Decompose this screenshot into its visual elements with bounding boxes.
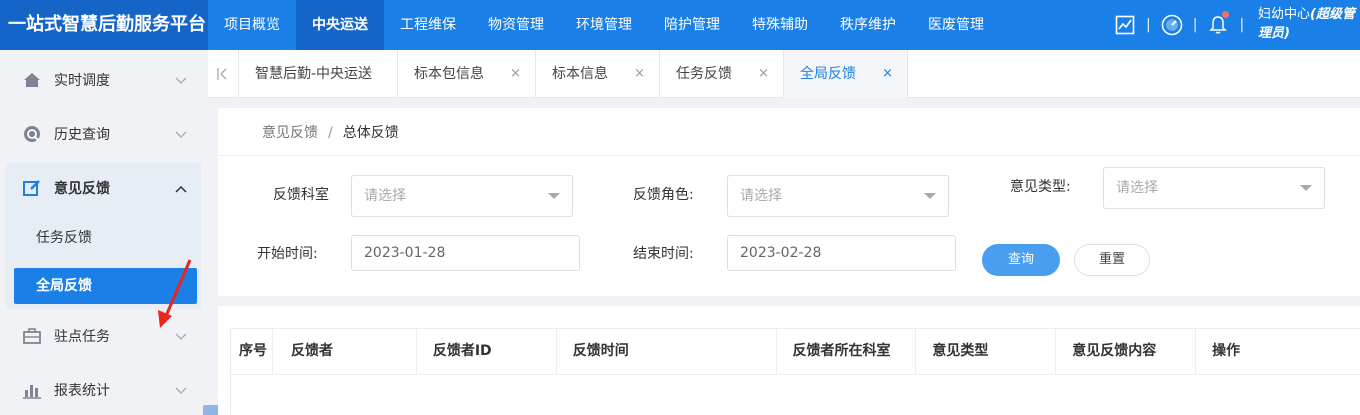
separator: | <box>1192 17 1198 33</box>
column-header-department: 反馈者所在科室 <box>777 329 917 374</box>
collapse-left-icon[interactable] <box>216 66 228 85</box>
role-select[interactable]: 请选择 <box>727 175 949 217</box>
nav-item-escort[interactable]: 陪护管理 <box>648 0 736 50</box>
reset-button[interactable]: 重置 <box>1074 244 1150 276</box>
query-button[interactable]: 查询 <box>982 244 1060 276</box>
type-placeholder: 请选择 <box>1116 180 1158 196</box>
column-header-content: 意见反馈内容 <box>1056 329 1197 374</box>
breadcrumb-separator: / <box>328 125 333 141</box>
tab-label: 标本信息 <box>552 66 608 82</box>
column-header-submitter-id: 反馈者ID <box>417 329 557 374</box>
separator: | <box>1239 17 1245 33</box>
user-role: (超级管 <box>1310 7 1355 22</box>
chevron-down-icon <box>175 127 187 143</box>
column-header-feedback-time: 反馈时间 <box>557 329 777 374</box>
dashboard-gauge-icon[interactable] <box>1161 14 1183 36</box>
tab-label: 智慧后勤-中央运送 <box>255 66 373 82</box>
scrollbar-handle[interactable] <box>203 405 219 415</box>
role-label: 反馈角色: <box>633 187 694 203</box>
start-date-input[interactable]: 2023-01-28 <box>351 235 580 271</box>
caret-down-icon <box>548 193 560 199</box>
type-label: 意见类型: <box>1010 179 1071 195</box>
user-name: 妇幼中心 <box>1258 7 1311 22</box>
breadcrumb: 意见反馈 / 总体反馈 <box>262 122 399 142</box>
notification-dot <box>1222 11 1229 18</box>
end-date-value: 2023-02-28 <box>740 245 822 261</box>
bar-chart-icon <box>22 380 42 400</box>
tab-home[interactable]: 智慧后勤-中央运送 <box>238 50 398 98</box>
briefcase-icon <box>22 326 42 346</box>
tab-label: 标本包信息 <box>414 66 484 82</box>
chevron-down-icon <box>175 329 187 345</box>
nav-item-central-transport[interactable]: 中央运送 <box>296 0 384 50</box>
sidebar-item-reports[interactable]: 报表统计 <box>6 364 201 415</box>
start-date-value: 2023-01-28 <box>364 245 446 261</box>
close-icon[interactable]: × <box>634 50 645 98</box>
nav-item-overview[interactable]: 项目概览 <box>208 0 296 50</box>
nav-item-materials[interactable]: 物资管理 <box>472 0 560 50</box>
user-menu[interactable]: 妇幼中心(超级管 理员) <box>1258 5 1360 43</box>
tab-task-feedback[interactable]: 任务反馈 × <box>660 50 784 98</box>
dept-select[interactable]: 请选择 <box>351 175 573 217</box>
sidebar-item-label: 报表统计 <box>54 383 110 399</box>
edit-icon <box>22 178 42 198</box>
caret-down-icon <box>1300 185 1312 191</box>
chevron-down-icon <box>175 383 187 399</box>
nav-item-environment[interactable]: 环境管理 <box>560 0 648 50</box>
nav-item-order[interactable]: 秩序维护 <box>824 0 912 50</box>
sidebar-item-label: 历史查询 <box>54 127 110 143</box>
sidebar-item-label: 意见反馈 <box>54 181 110 197</box>
close-icon[interactable]: × <box>758 50 769 98</box>
filter-panel: 意见反馈 / 总体反馈 反馈科室 请选择 反馈角色: 请选择 意见类型: 请选择 开… <box>218 108 1360 296</box>
table-body <box>230 375 1360 415</box>
sidebar-subitem-task-feedback[interactable]: 任务反馈 <box>14 220 197 256</box>
sidebar-item-history[interactable]: 历史查询 <box>6 108 201 160</box>
sidebar-item-station-task[interactable]: 驻点任务 <box>6 310 201 362</box>
top-bar: 一站式智慧后勤服务平台 项目概览 中央运送 工程维保 物资管理 环境管理 陪护管… <box>0 0 1360 50</box>
chevron-down-icon <box>175 73 187 89</box>
tabs-bar: 智慧后勤-中央运送 标本包信息 × 标本信息 × 任务反馈 × 全局反馈 × <box>208 50 1360 98</box>
dept-placeholder: 请选择 <box>364 188 406 204</box>
role-placeholder: 请选择 <box>740 188 782 204</box>
sidebar-item-feedback[interactable]: 意见反馈 <box>6 162 201 214</box>
column-header-opinion-type: 意见类型 <box>916 329 1057 374</box>
close-icon[interactable]: × <box>510 50 521 98</box>
column-header-index: 序号 <box>231 329 273 374</box>
sidebar-item-label: 实时调度 <box>54 73 110 89</box>
column-header-actions: 操作 <box>1212 343 1241 359</box>
top-right-tools: | | | <box>1114 0 1254 50</box>
table-panel: 序号 反馈者 反馈者ID 反馈时间 反馈者所在科室 意见类型 意见反馈内容 操作 <box>218 306 1360 415</box>
top-nav: 项目概览 中央运送 工程维保 物资管理 环境管理 陪护管理 特殊辅助 秩序维护 … <box>208 0 1000 50</box>
separator: | <box>1146 17 1151 33</box>
user-role-cont: 理员) <box>1258 26 1290 41</box>
brand-title: 一站式智慧后勤服务平台 <box>0 0 208 50</box>
end-date-input[interactable]: 2023-02-28 <box>727 235 956 271</box>
sidebar-item-label: 驻点任务 <box>54 329 110 345</box>
tab-label: 全局反馈 <box>800 66 856 82</box>
sidebar-item-realtime-dispatch[interactable]: 实时调度 <box>6 54 201 106</box>
history-icon <box>22 124 42 144</box>
tab-global-feedback[interactable]: 全局反馈 × <box>784 50 908 98</box>
breadcrumb-parent[interactable]: 意见反馈 <box>262 125 318 141</box>
nav-item-special-assist[interactable]: 特殊辅助 <box>736 0 824 50</box>
tab-specimen-package[interactable]: 标本包信息 × <box>398 50 536 98</box>
breadcrumb-current: 总体反馈 <box>342 125 399 141</box>
chevron-up-icon <box>175 181 187 197</box>
end-time-label: 结束时间: <box>633 246 694 262</box>
dept-label: 反馈科室 <box>273 187 329 203</box>
nav-item-engineering[interactable]: 工程维保 <box>384 0 472 50</box>
tab-label: 任务反馈 <box>676 66 732 82</box>
nav-item-medical-waste[interactable]: 医废管理 <box>912 0 1000 50</box>
tab-specimen-info[interactable]: 标本信息 × <box>536 50 660 98</box>
trend-chart-icon[interactable] <box>1114 14 1136 36</box>
sidebar: 实时调度 历史查询 意见反馈 任务反馈 全局反馈 驻点任务 报表统计 <box>0 50 208 415</box>
home-icon <box>22 70 42 90</box>
start-time-label: 开始时间: <box>257 246 318 262</box>
filter-form: 反馈科室 请选择 反馈角色: 请选择 意见类型: 请选择 开始时间: 2023-… <box>218 155 1360 296</box>
column-header-submitter: 反馈者 <box>273 329 417 374</box>
caret-down-icon <box>924 193 936 199</box>
table-header: 序号 反馈者 反馈者ID 反馈时间 反馈者所在科室 意见类型 意见反馈内容 操作 <box>230 328 1360 375</box>
type-select[interactable]: 请选择 <box>1103 167 1325 209</box>
close-icon[interactable]: × <box>882 50 893 98</box>
